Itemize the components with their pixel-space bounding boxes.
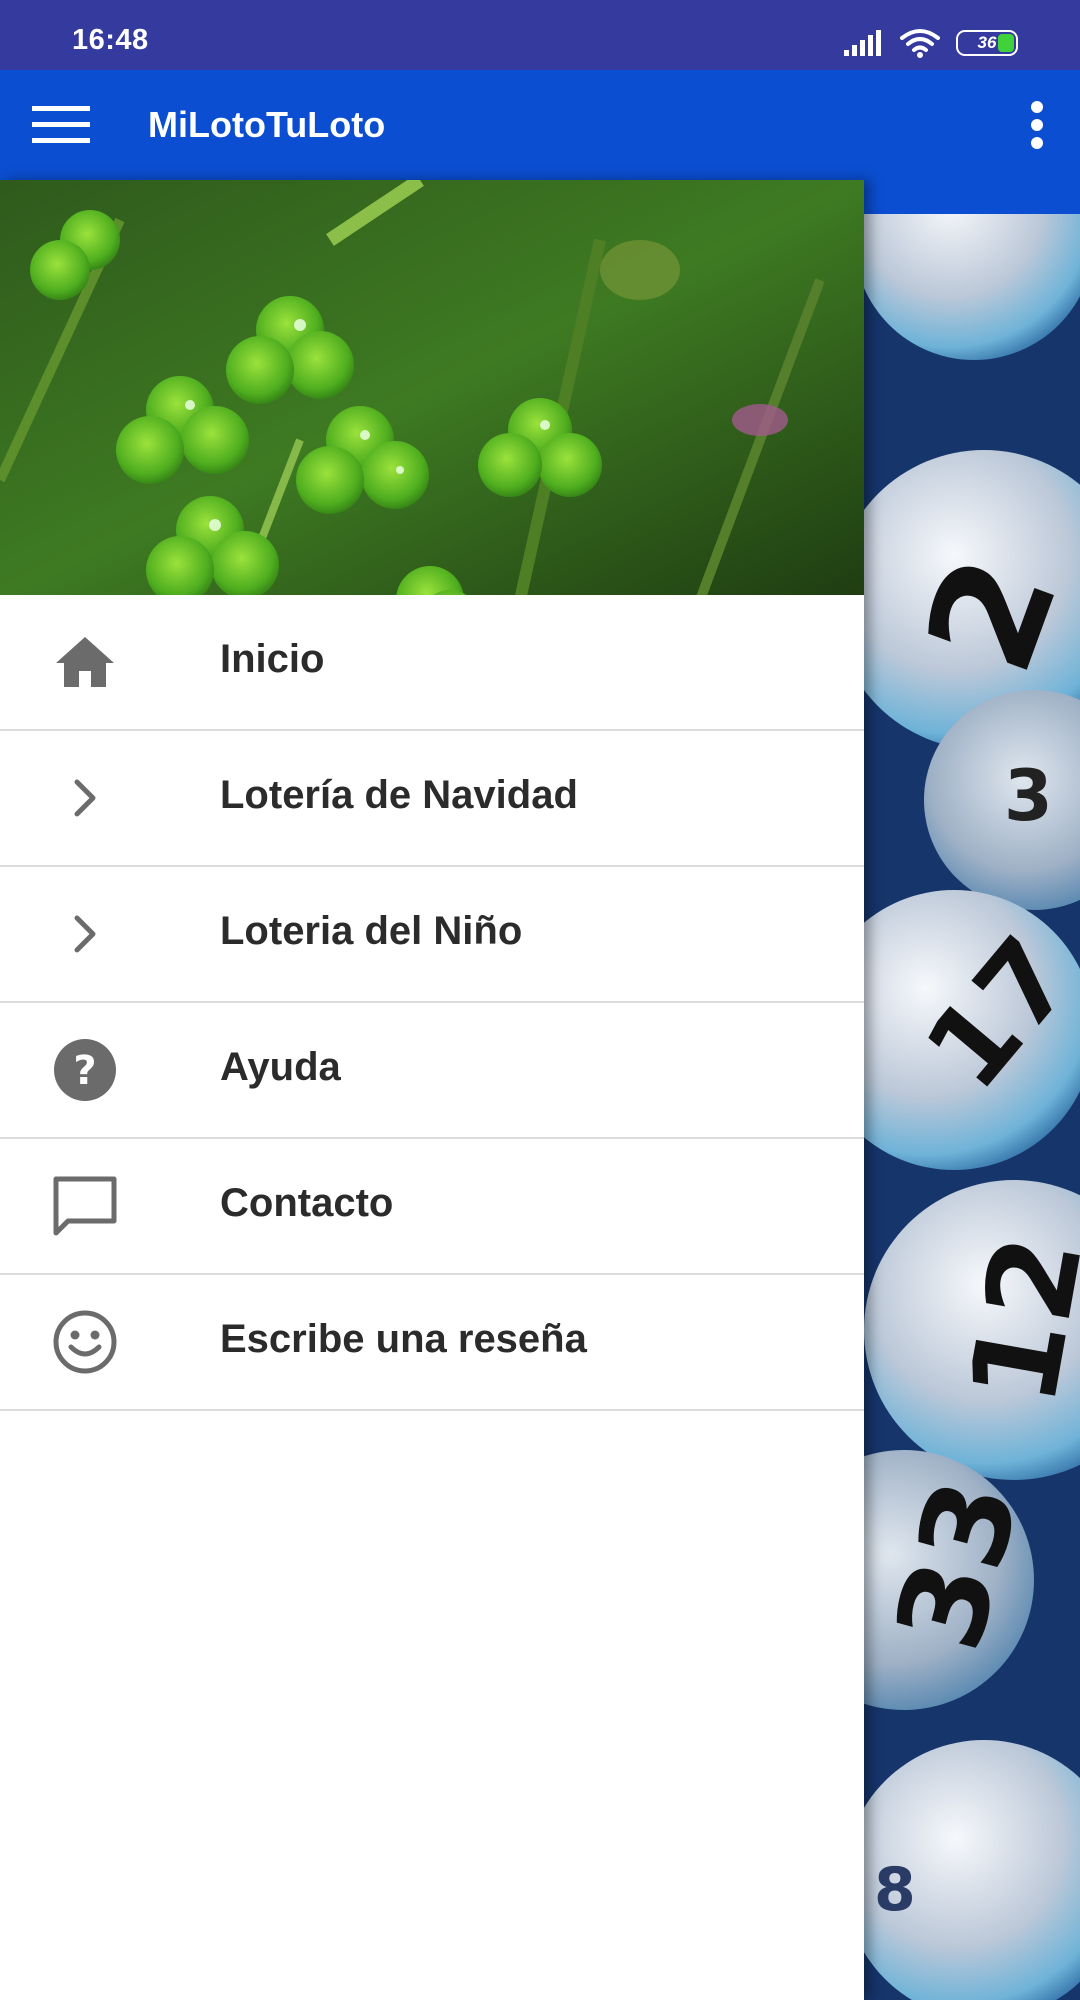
drawer-item-label: Lotería de Navidad bbox=[220, 773, 578, 817]
message-icon bbox=[53, 1176, 117, 1236]
drawer-item-inicio[interactable]: Inicio bbox=[0, 595, 864, 731]
status-bar: 16:48 36 bbox=[0, 0, 1080, 70]
drawer-header-clover-image bbox=[0, 180, 864, 595]
drawer-item-contacto[interactable]: Contacto bbox=[0, 1139, 864, 1275]
drawer-menu: Inicio Lotería de Navidad Loteria del Ni… bbox=[0, 595, 864, 1411]
smiley-face-icon bbox=[53, 1310, 117, 1374]
app-bar-shadow-strip bbox=[864, 180, 1080, 214]
navigation-drawer: Inicio Lotería de Navidad Loteria del Ni… bbox=[0, 180, 864, 2000]
chevron-right-icon bbox=[74, 915, 96, 953]
drawer-item-label: Escribe una reseña bbox=[220, 1317, 587, 1361]
drawer-item-label: Loteria del Niño bbox=[220, 909, 523, 953]
app-title: MiLotoTuLoto bbox=[148, 104, 386, 145]
chevron-right-icon bbox=[74, 779, 96, 817]
status-time: 16:48 bbox=[72, 24, 149, 56]
status-icons: 36 bbox=[842, 24, 1018, 62]
battery-icon: 36 bbox=[956, 30, 1018, 56]
battery-level: 36 bbox=[977, 33, 997, 52]
drawer-item-label: Ayuda bbox=[220, 1045, 341, 1089]
drawer-item-loteria-navidad[interactable]: Lotería de Navidad bbox=[0, 731, 864, 867]
wifi-icon bbox=[900, 29, 940, 58]
help-circle-icon: ? bbox=[54, 1039, 116, 1101]
svg-text:3: 3 bbox=[1004, 755, 1053, 837]
drawer-item-label: Contacto bbox=[220, 1181, 394, 1225]
app-bar: MiLotoTuLoto bbox=[0, 70, 1080, 180]
hamburger-menu-icon[interactable] bbox=[32, 102, 90, 148]
drawer-item-ayuda[interactable]: ? Ayuda bbox=[0, 1003, 864, 1139]
drawer-item-label: Inicio bbox=[220, 637, 325, 681]
more-vert-icon[interactable] bbox=[1020, 100, 1054, 150]
drawer-item-escribe-resena[interactable]: Escribe una reseña bbox=[0, 1275, 864, 1411]
lottery-balls-illustration: 2 3 17 12 33 8 bbox=[864, 180, 1080, 2000]
drawer-item-loteria-nino[interactable]: Loteria del Niño bbox=[0, 867, 864, 1003]
home-icon bbox=[56, 637, 114, 687]
background-lottery-image: 2 3 17 12 33 8 bbox=[864, 180, 1080, 2000]
signal-icon bbox=[844, 30, 881, 56]
svg-text:8: 8 bbox=[874, 1855, 916, 1925]
svg-text:?: ? bbox=[73, 1048, 96, 1094]
